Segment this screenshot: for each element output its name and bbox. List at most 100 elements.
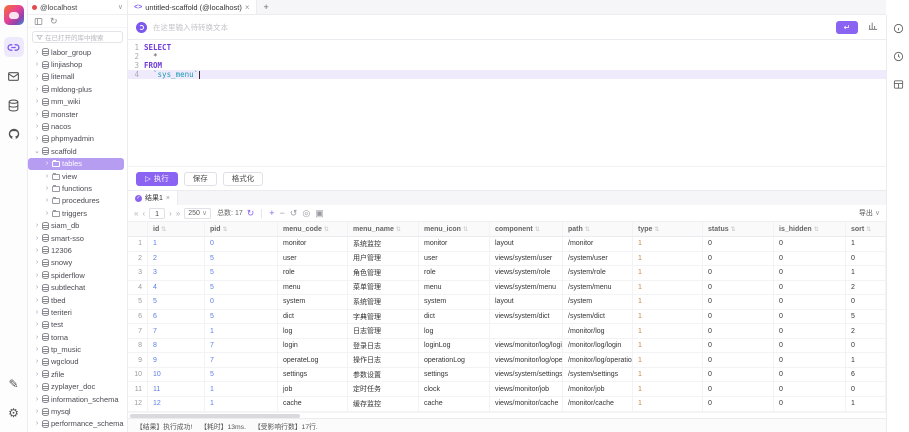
sort-icon[interactable]: ⇅ xyxy=(814,226,819,233)
column-header-menu_name[interactable]: menu_name⇅ xyxy=(348,222,419,236)
table-row[interactable]: 11111job定时任务clockviews/monitor/job/monit… xyxy=(128,382,886,397)
column-header-is_hidden[interactable]: is_hidden⇅ xyxy=(774,222,846,236)
tree-item-teriteri[interactable]: ›teriteri xyxy=(28,306,127,318)
cell-id[interactable]: 10 xyxy=(148,368,205,382)
column-header-type[interactable]: type⇅ xyxy=(633,222,703,236)
cell-is_hidden[interactable]: 0 xyxy=(774,310,846,324)
export-button[interactable]: 导出∨ xyxy=(859,208,880,218)
cell-sort[interactable]: 2 xyxy=(846,281,886,295)
cell-menu_name[interactable]: 日志管理 xyxy=(348,324,419,338)
cell-menu_name[interactable]: 参数设置 xyxy=(348,368,419,382)
cell-menu_code[interactable]: dict xyxy=(278,310,348,324)
cell-component[interactable]: views/system/menu xyxy=(490,281,563,295)
connection-selector[interactable]: @localhost ∨ xyxy=(28,0,127,15)
chevron-right-icon[interactable]: › xyxy=(34,408,40,415)
sort-icon[interactable]: ⇅ xyxy=(396,226,401,233)
cell-menu_icon[interactable]: log xyxy=(419,324,490,338)
cell-menu_code[interactable]: monitor xyxy=(278,237,348,251)
cell-sort[interactable]: 1 xyxy=(846,353,886,367)
cell-pid[interactable]: 1 xyxy=(205,397,278,411)
tree-item-linjiashop[interactable]: ›linjiashop xyxy=(28,58,127,70)
cell-pid[interactable]: 5 xyxy=(205,266,278,280)
tree-item-spiderflow[interactable]: ›spiderflow xyxy=(28,269,127,281)
chevron-right-icon[interactable]: › xyxy=(34,259,40,266)
cell-is_hidden[interactable]: 0 xyxy=(774,382,846,396)
tree-item-phpmyadmin[interactable]: ›phpmyadmin xyxy=(28,133,127,145)
cell-menu_code[interactable]: menu xyxy=(278,281,348,295)
cell-id[interactable]: 4 xyxy=(148,281,205,295)
tree-item-information_schema[interactable]: ›information_schema xyxy=(28,393,127,405)
cell-sort[interactable]: 0 xyxy=(846,252,886,266)
refresh-icon[interactable]: ↻ xyxy=(247,209,255,218)
cell-path[interactable]: /system/dict xyxy=(563,310,633,324)
copy-icon[interactable]: ▣ xyxy=(315,209,324,218)
cell-path[interactable]: /system/role xyxy=(563,266,633,280)
tree-item-zyplayer_doc[interactable]: ›zyplayer_doc xyxy=(28,381,127,393)
cell-status[interactable]: 0 xyxy=(703,252,774,266)
cell-menu_icon[interactable]: menu xyxy=(419,281,490,295)
chevron-right-icon[interactable]: › xyxy=(34,358,40,365)
chevron-right-icon[interactable]: › xyxy=(34,111,40,118)
cell-sort[interactable]: 1 xyxy=(846,266,886,280)
cell-status[interactable]: 0 xyxy=(703,237,774,251)
app-logo[interactable] xyxy=(4,5,24,25)
column-header-path[interactable]: path⇅ xyxy=(563,222,633,236)
cell-menu_icon[interactable]: dict xyxy=(419,310,490,324)
chevron-right-icon[interactable]: › xyxy=(34,49,40,56)
chevron-right-icon[interactable]: › xyxy=(34,247,40,254)
cell-menu_icon[interactable]: operationLog xyxy=(419,353,490,367)
cell-component[interactable]: views/monitor/log/oper... xyxy=(490,353,563,367)
cell-menu_name[interactable]: 菜单管理 xyxy=(348,281,419,295)
cell-path[interactable]: /monitor/log/operation xyxy=(563,353,633,367)
cell-status[interactable]: 0 xyxy=(703,324,774,338)
tree-item-siam_db[interactable]: ›siam_db xyxy=(28,219,127,231)
chevron-right-icon[interactable]: › xyxy=(34,235,40,242)
revert-icon[interactable]: ↺ xyxy=(290,209,298,218)
cell-menu_icon[interactable]: user xyxy=(419,252,490,266)
sort-icon[interactable]: ⇅ xyxy=(731,226,736,233)
cell-is_hidden[interactable]: 0 xyxy=(774,397,846,411)
result-tab-close-icon[interactable]: × xyxy=(166,195,170,202)
table-row[interactable]: 335role角色管理roleviews/system/role/system/… xyxy=(128,266,886,281)
cell-component[interactable]: views/monitor/cache xyxy=(490,397,563,411)
cell-id[interactable]: 2 xyxy=(148,252,205,266)
cell-is_hidden[interactable]: 0 xyxy=(774,281,846,295)
cell-sort[interactable]: 6 xyxy=(846,368,886,382)
sort-icon[interactable]: ⇅ xyxy=(324,226,329,233)
cell-is_hidden[interactable]: 0 xyxy=(774,266,846,280)
tree-item-functions[interactable]: ›functions xyxy=(28,182,127,194)
add-row-icon[interactable]: + xyxy=(269,209,274,218)
chevron-right-icon[interactable]: › xyxy=(44,185,50,192)
cell-type[interactable]: 1 xyxy=(633,295,703,309)
chevron-right-icon[interactable]: › xyxy=(34,383,40,390)
chevron-right-icon[interactable]: › xyxy=(34,86,40,93)
table-row[interactable]: 887login登录日志loginLogviews/monitor/log/lo… xyxy=(128,339,886,354)
column-header-menu_code[interactable]: menu_code⇅ xyxy=(278,222,348,236)
tree-item-subtlechat[interactable]: ›subtlechat xyxy=(28,281,127,293)
info-icon[interactable] xyxy=(893,21,904,39)
chart-view-icon[interactable] xyxy=(868,18,878,36)
cell-is_hidden[interactable]: 0 xyxy=(774,252,846,266)
scrollbar-thumb[interactable] xyxy=(130,414,300,418)
tree-item-labor_group[interactable]: ›labor_group xyxy=(28,46,127,58)
cell-status[interactable]: 0 xyxy=(703,368,774,382)
cell-menu_name[interactable]: 定时任务 xyxy=(348,382,419,396)
cell-menu_name[interactable]: 缓存监控 xyxy=(348,397,419,411)
chevron-right-icon[interactable]: › xyxy=(34,321,40,328)
editor-line[interactable]: 4 `sys_menu` xyxy=(128,70,886,79)
cell-is_hidden[interactable]: 0 xyxy=(774,339,846,353)
cell-type[interactable]: 1 xyxy=(633,310,703,324)
cell-component[interactable]: views/monitor/log/login xyxy=(490,339,563,353)
chevron-right-icon[interactable]: › xyxy=(44,160,50,167)
cell-is_hidden[interactable]: 0 xyxy=(774,237,846,251)
cell-type[interactable]: 1 xyxy=(633,353,703,367)
editor-line[interactable]: 1SELECT xyxy=(128,43,886,52)
cell-menu_name[interactable]: 字典管理 xyxy=(348,310,419,324)
sort-icon[interactable]: ⇅ xyxy=(866,226,871,233)
cell-type[interactable]: 1 xyxy=(633,397,703,411)
prev-page-button[interactable]: ‹ xyxy=(142,209,145,218)
tree-item-torna[interactable]: ›torna xyxy=(28,331,127,343)
ai-input[interactable]: 在这里输入待转换文本 xyxy=(153,22,830,33)
column-header-id[interactable]: id⇅ xyxy=(148,222,205,236)
cell-id[interactable]: 5 xyxy=(148,295,205,309)
